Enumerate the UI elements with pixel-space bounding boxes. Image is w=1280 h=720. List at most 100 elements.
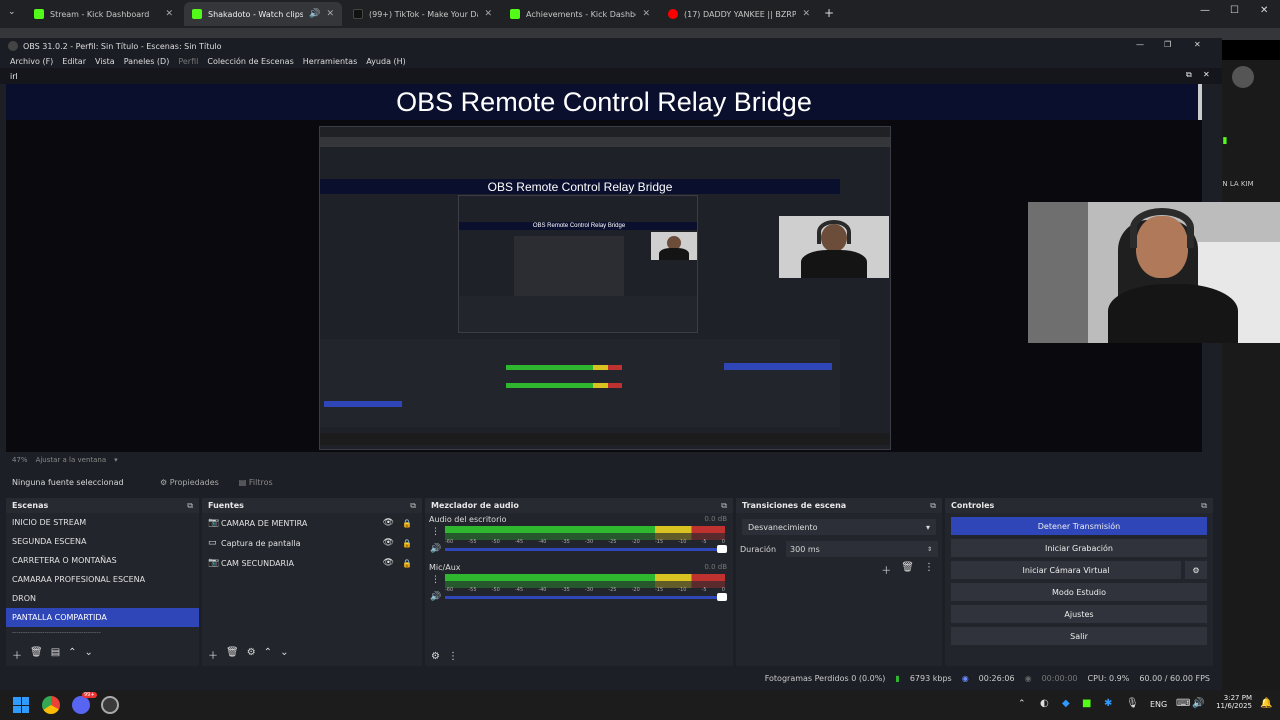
obs-preview[interactable]: OBS Remote Control Relay Bridge OBS Remo… bbox=[6, 84, 1202, 452]
speaker-icon[interactable]: 🔊 bbox=[430, 544, 441, 554]
tray-app-icon[interactable]: ■ bbox=[1082, 698, 1091, 709]
add-transition-icon[interactable]: ＋ bbox=[881, 562, 891, 577]
close-icon[interactable]: ✕ bbox=[1194, 40, 1201, 49]
gear-icon[interactable]: ⚙ bbox=[1185, 561, 1207, 579]
close-tab-icon[interactable]: ✕ bbox=[165, 9, 173, 19]
volume-slider[interactable] bbox=[445, 545, 727, 553]
transition-select[interactable]: Desvanecimiento ▾ bbox=[742, 519, 936, 535]
maximize-icon[interactable]: ☐ bbox=[1230, 5, 1239, 16]
more-icon[interactable]: ⋮ bbox=[924, 562, 934, 577]
eye-icon[interactable]: 👁 bbox=[383, 558, 394, 568]
network-icon[interactable]: ⌨ bbox=[1176, 698, 1190, 709]
move-up-icon[interactable]: ⌃ bbox=[68, 647, 76, 662]
volume-slider-handle[interactable] bbox=[717, 545, 727, 553]
eye-icon[interactable]: 👁 bbox=[383, 538, 394, 548]
close-dock-icon[interactable]: ✕ bbox=[1203, 70, 1210, 79]
gear-icon[interactable]: ⚙ bbox=[247, 647, 256, 662]
discord-icon[interactable]: 99+ bbox=[72, 692, 97, 714]
avatar[interactable] bbox=[1232, 66, 1254, 88]
volume-slider[interactable] bbox=[445, 593, 727, 601]
filter-icon[interactable]: ▤ bbox=[51, 647, 60, 662]
menu-ayuda[interactable]: Ayuda (H) bbox=[366, 57, 406, 66]
settings-button[interactable]: Ajustes bbox=[951, 605, 1207, 623]
minimize-icon[interactable]: — bbox=[1136, 40, 1144, 49]
lock-icon[interactable]: 🔒 bbox=[402, 519, 412, 528]
browser-tab-achievements[interactable]: Achievements - Kick Dashboard ✕ bbox=[502, 2, 658, 26]
language-indicator[interactable]: ENG bbox=[1150, 700, 1167, 709]
menu-paneles[interactable]: Paneles (D) bbox=[124, 57, 170, 66]
source-item[interactable]: 📷 CAM SECUNDARIA 👁 🔒 bbox=[202, 553, 422, 573]
channel-menu-icon[interactable]: ⋮ bbox=[431, 575, 440, 585]
undock-icon[interactable]: ⧉ bbox=[187, 501, 193, 511]
source-item[interactable]: ▭ Captura de pantalla 👁 🔒 bbox=[202, 533, 422, 553]
scene-item[interactable]: SEGUNDA ESCENA bbox=[6, 532, 199, 551]
scene-item[interactable]: DRON bbox=[6, 589, 199, 608]
volume-slider-handle[interactable] bbox=[717, 593, 727, 601]
close-tab-icon[interactable]: ✕ bbox=[802, 9, 810, 19]
trash-icon[interactable]: 🗑 bbox=[30, 647, 43, 662]
browser-tab-tiktok[interactable]: (99+) TikTok - Make Your Day ✕ bbox=[345, 2, 500, 26]
lock-icon[interactable]: 🔒 bbox=[402, 539, 412, 548]
lock-icon[interactable]: 🔒 bbox=[402, 559, 412, 568]
speaker-icon[interactable]: 🔊 bbox=[309, 9, 320, 19]
move-down-icon[interactable]: ⌄ bbox=[280, 647, 288, 662]
add-source-icon[interactable]: ＋ bbox=[208, 647, 218, 662]
undock-icon[interactable]: ⧉ bbox=[930, 501, 936, 511]
speaker-icon[interactable]: 🔊 bbox=[430, 592, 441, 602]
spin-arrows-icon[interactable]: ⇕ bbox=[927, 546, 932, 553]
eye-icon[interactable]: 👁 bbox=[383, 518, 394, 528]
obs-icon[interactable] bbox=[101, 696, 119, 714]
undock-icon[interactable]: ⧉ bbox=[410, 501, 416, 511]
browser-tab-youtube[interactable]: (17) DADDY YANKEE || BZRP Mu ✕ bbox=[660, 2, 818, 26]
notification-icon[interactable]: 🔔 bbox=[1260, 698, 1272, 709]
stop-streaming-button[interactable]: Detener Transmisión bbox=[951, 517, 1207, 535]
scene-item-selected[interactable]: PANTALLA COMPARTIDA bbox=[6, 608, 199, 627]
more-icon[interactable]: ⋮ bbox=[448, 651, 458, 662]
microphone-icon[interactable]: 🎙 bbox=[1126, 698, 1139, 709]
scene-item[interactable]: CARRETERA O MONTAÑAS bbox=[6, 551, 199, 570]
menu-coleccion-escenas[interactable]: Colección de Escenas bbox=[207, 57, 293, 66]
menu-perfil[interactable]: Perfil bbox=[178, 57, 198, 66]
volume-icon[interactable]: 🔊 bbox=[1192, 698, 1204, 709]
exit-button[interactable]: Salir bbox=[951, 627, 1207, 645]
chevron-down-icon[interactable]: ▾ bbox=[114, 456, 118, 464]
gear-icon[interactable]: ⚙ bbox=[431, 651, 440, 662]
trash-icon[interactable]: 🗑 bbox=[226, 647, 239, 662]
move-up-icon[interactable]: ⌃ bbox=[264, 647, 272, 662]
browser-tab-shakadoto[interactable]: Shakadoto - Watch clips on 🔊 ✕ bbox=[184, 2, 342, 26]
undock-icon[interactable]: ⧉ bbox=[1186, 70, 1192, 80]
menu-herramientas[interactable]: Herramientas bbox=[303, 57, 358, 66]
clock[interactable]: 3:27 PM 11/6/2025 bbox=[1212, 694, 1252, 710]
start-virtual-camera-button[interactable]: Iniciar Cámara Virtual bbox=[951, 561, 1181, 579]
undock-icon[interactable]: ⧉ bbox=[1201, 501, 1207, 511]
close-icon[interactable]: ✕ bbox=[1260, 5, 1268, 16]
channel-menu-icon[interactable]: ⋮ bbox=[431, 527, 440, 537]
move-down-icon[interactable]: ⌄ bbox=[85, 647, 93, 662]
chrome-icon[interactable] bbox=[42, 696, 60, 714]
undock-icon[interactable]: ⧉ bbox=[721, 501, 727, 511]
menu-archivo[interactable]: Archivo (F) bbox=[10, 57, 53, 66]
preview-scrollbar[interactable] bbox=[1198, 84, 1202, 120]
close-tab-icon[interactable]: ✕ bbox=[484, 9, 492, 19]
tab-search-icon[interactable]: ⌄ bbox=[8, 7, 16, 17]
scene-item[interactable]: CAMARAA PROFESIONAL ESCENA bbox=[6, 570, 199, 589]
tray-app-icon[interactable]: ◐ bbox=[1040, 698, 1049, 709]
filters-button[interactable]: ▤ Filtros bbox=[239, 478, 273, 487]
menu-vista[interactable]: Vista bbox=[95, 57, 115, 66]
properties-button[interactable]: ⚙ Propiedades bbox=[160, 478, 219, 487]
zoom-bar[interactable]: 47% Ajustar a la ventana ▾ bbox=[6, 454, 206, 466]
scene-item[interactable]: INICIO DE STREAM bbox=[6, 513, 199, 532]
windows-start-icon[interactable] bbox=[13, 697, 29, 713]
studio-mode-button[interactable]: Modo Estudio bbox=[951, 583, 1207, 601]
bluetooth-icon[interactable]: ✱ bbox=[1104, 698, 1112, 709]
new-tab-button[interactable]: + bbox=[824, 6, 834, 20]
duration-input[interactable]: 300 ms ⇕ bbox=[786, 541, 938, 557]
add-scene-icon[interactable]: ＋ bbox=[12, 647, 22, 662]
minimize-icon[interactable]: — bbox=[1200, 5, 1210, 16]
browser-tab-stream[interactable]: Stream - Kick Dashboard ✕ bbox=[26, 2, 181, 26]
menu-editar[interactable]: Editar bbox=[62, 57, 86, 66]
chevron-up-icon[interactable]: ⌃ bbox=[1018, 699, 1026, 709]
close-tab-icon[interactable]: ✕ bbox=[326, 9, 334, 19]
start-recording-button[interactable]: Iniciar Grabación bbox=[951, 539, 1207, 557]
close-tab-icon[interactable]: ✕ bbox=[642, 9, 650, 19]
